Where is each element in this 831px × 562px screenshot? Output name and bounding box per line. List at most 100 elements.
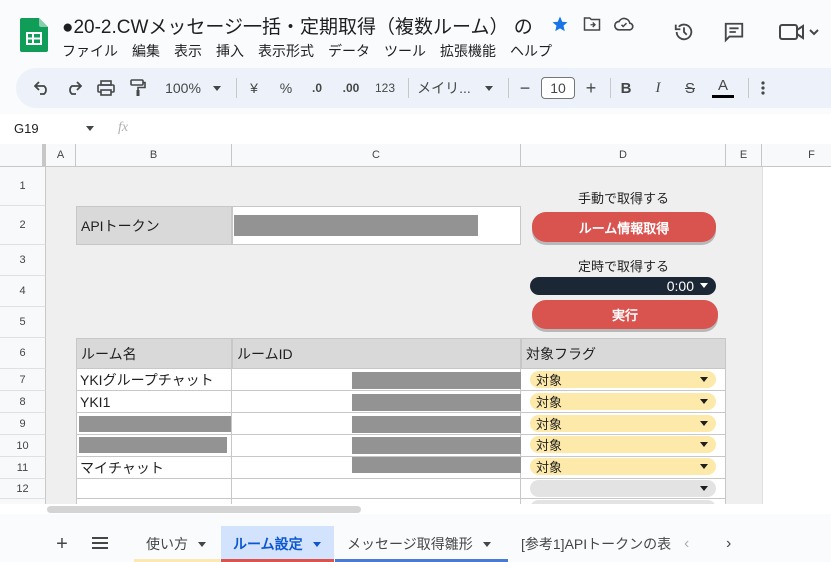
sheets-logo-icon[interactable] <box>20 18 48 52</box>
number-format-button[interactable]: 123 <box>370 68 400 108</box>
bold-button[interactable]: B <box>616 68 636 108</box>
room-name-cell[interactable]: YKI1 <box>76 391 232 413</box>
text-color-button[interactable]: A <box>710 68 736 108</box>
target-flag-dropdown[interactable]: 対象 <box>530 371 716 388</box>
name-box[interactable]: G19 <box>0 114 104 144</box>
sheet-tab-room-settings[interactable]: ルーム設定 <box>221 526 334 562</box>
target-flag-dropdown[interactable]: 対象 <box>530 415 716 432</box>
row-header-9[interactable]: 9 <box>0 413 46 435</box>
zoom-value: 100% <box>165 80 201 96</box>
add-sheet-icon[interactable]: + <box>52 534 72 554</box>
column-header-d[interactable]: D <box>521 144 726 167</box>
fetch-room-info-button[interactable]: ルーム情報取得 <box>532 212 716 242</box>
target-flag-dropdown[interactable]: 対象 <box>530 436 716 453</box>
chevron-down-icon[interactable] <box>482 541 491 547</box>
move-to-folder-icon[interactable] <box>580 12 604 36</box>
sheet-tab-usage[interactable]: 使い方 <box>134 526 220 562</box>
row-header-8[interactable]: 8 <box>0 391 46 413</box>
target-flag-header: 対象フラグ <box>521 338 726 369</box>
star-icon[interactable] <box>548 12 572 36</box>
paint-format-icon[interactable] <box>124 68 152 108</box>
italic-button[interactable]: I <box>648 68 668 108</box>
row-header-3[interactable]: 3 <box>0 245 46 276</box>
time-select[interactable]: 0:00 <box>530 277 716 295</box>
row-header-10[interactable]: 10 <box>0 435 46 457</box>
column-header-a[interactable]: A <box>46 144 76 167</box>
menu-edit[interactable]: 編集 <box>132 41 160 61</box>
version-history-icon[interactable] <box>672 20 696 44</box>
chevron-down-icon[interactable] <box>198 541 206 547</box>
comments-icon[interactable] <box>722 20 746 44</box>
row-header-7[interactable]: 7 <box>0 369 46 391</box>
sheet-tab-label: メッセージ取得雛形 <box>347 536 473 552</box>
manual-fetch-label: 手動で取得する <box>577 191 669 206</box>
row-header-5[interactable]: 5 <box>0 307 46 338</box>
row-header-1[interactable]: 1 <box>0 167 46 206</box>
column-header-b[interactable]: B <box>76 144 232 167</box>
decrease-decimal-button[interactable]: .0 <box>304 68 330 108</box>
menu-insert[interactable]: 挿入 <box>216 41 244 61</box>
strikethrough-button[interactable]: S <box>680 68 700 108</box>
print-icon[interactable] <box>92 68 120 108</box>
menu-file[interactable]: ファイル <box>62 41 118 61</box>
font-size-decrease-button[interactable]: − <box>514 68 536 108</box>
redo-icon[interactable] <box>60 68 88 108</box>
document-title[interactable]: ●20-2.CWメッセージ一括・定期取得（複数ルーム） の... <box>62 12 532 39</box>
zoom-select[interactable]: 100% <box>158 68 208 108</box>
font-family-select[interactable]: メイリ... <box>414 68 474 108</box>
all-sheets-menu-icon[interactable] <box>92 536 108 550</box>
target-flag-dropdown[interactable]: 対象 <box>530 393 716 410</box>
room-name-cell[interactable]: マイチャット <box>76 457 232 479</box>
scroll-tabs-right-icon[interactable]: › <box>726 535 731 553</box>
select-all-corner[interactable] <box>0 144 46 167</box>
formula-bar[interactable]: fx <box>104 114 831 144</box>
column-header-c[interactable]: C <box>232 144 521 167</box>
increase-decimal-button[interactable]: .00 <box>336 68 366 108</box>
cloud-saved-icon[interactable] <box>612 12 636 36</box>
horizontal-scrollbar-thumb[interactable] <box>47 506 361 513</box>
flag-value: 対象 <box>536 373 563 388</box>
meet-video-icon[interactable] <box>776 20 822 44</box>
row-header-11[interactable]: 11 <box>0 457 46 479</box>
target-flag-dropdown[interactable]: 対象 <box>530 458 716 475</box>
sheet-tab-message-template[interactable]: メッセージ取得雛形 <box>335 526 508 562</box>
name-box-chevron-down-icon[interactable] <box>86 126 94 131</box>
room-name-cell[interactable]: YKIグループチャット <box>76 369 232 391</box>
undo-icon[interactable] <box>28 68 56 108</box>
menu-view[interactable]: 表示 <box>174 41 202 61</box>
toolbar-divider <box>610 78 611 98</box>
font-size-increase-button[interactable]: + <box>580 68 602 108</box>
row-header-4[interactable]: 4 <box>0 276 46 307</box>
row-header-2[interactable]: 2 <box>0 206 46 245</box>
time-chevron-down-icon <box>700 283 708 288</box>
room-id-header: ルームID <box>232 338 521 369</box>
target-flag-dropdown-empty[interactable] <box>530 480 716 497</box>
menu-help[interactable]: ヘルプ <box>510 41 552 61</box>
sheet-tab-api-token-reference[interactable]: [参考1]APIトークンの表 <box>509 526 671 562</box>
row-header-6[interactable]: 6 <box>0 338 46 369</box>
spreadsheet-grid[interactable]: A B C D E F 1 2 3 4 5 6 7 8 9 10 11 12 1… <box>0 144 831 514</box>
menu-extensions[interactable]: 拡張機能 <box>440 41 496 61</box>
flag-value: 対象 <box>536 438 563 453</box>
font-size-value[interactable]: 10 <box>541 77 575 99</box>
font-chevron-down-icon[interactable] <box>482 68 496 108</box>
menu-format[interactable]: 表示形式 <box>258 41 314 61</box>
run-button[interactable]: 実行 <box>532 300 718 329</box>
column-header-f[interactable]: F <box>762 144 831 167</box>
currency-format-button[interactable]: ¥ <box>242 68 266 108</box>
font-size-field[interactable]: 10 <box>540 68 576 108</box>
chevron-down-icon[interactable] <box>312 541 321 547</box>
zoom-chevron-down-icon[interactable] <box>210 68 224 108</box>
more-options-icon[interactable] <box>754 68 772 108</box>
menu-tools[interactable]: ツール <box>384 41 426 61</box>
row-header-12[interactable]: 12 <box>0 479 46 499</box>
flag-value: 対象 <box>536 395 563 410</box>
column-header-e[interactable]: E <box>726 144 762 167</box>
menu-data[interactable]: データ <box>328 41 370 61</box>
api-token-redacted <box>234 215 478 236</box>
toolbar-divider <box>748 78 749 98</box>
percent-format-button[interactable]: % <box>274 68 298 108</box>
chevron-down-icon <box>700 399 708 404</box>
scroll-tabs-left-icon[interactable]: ‹ <box>684 535 689 553</box>
chevron-down-icon <box>700 442 708 447</box>
